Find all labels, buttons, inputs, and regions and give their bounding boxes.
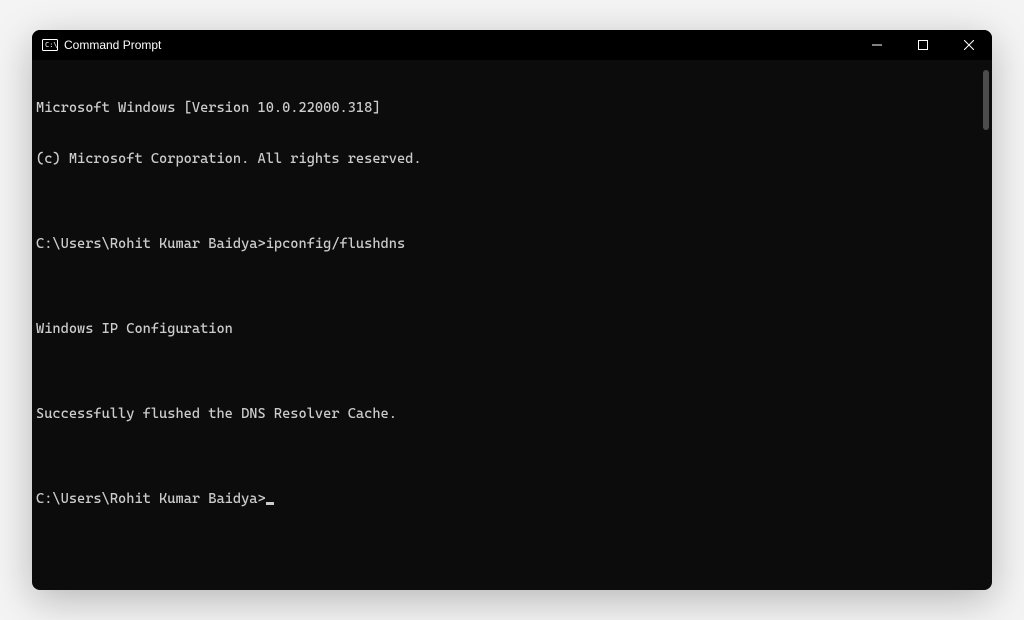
close-button[interactable] [946, 30, 992, 60]
maximize-button[interactable] [900, 30, 946, 60]
cmd-icon: C:\ [42, 37, 58, 53]
terminal-line: Microsoft Windows [Version 10.0.22000.31… [36, 100, 988, 117]
close-icon [964, 40, 974, 50]
terminal-line: C:\Users\Rohit Kumar Baidya>ipconfig/flu… [36, 236, 988, 253]
command-prompt-window: C:\ Command Prompt Microsoft Windows [Ve… [32, 30, 992, 590]
minimize-icon [872, 40, 882, 50]
scrollbar-thumb[interactable] [983, 70, 989, 130]
terminal-line: Successfully flushed the DNS Resolver Ca… [36, 406, 988, 423]
terminal-output[interactable]: Microsoft Windows [Version 10.0.22000.31… [32, 60, 992, 590]
terminal-line: Windows IP Configuration [36, 321, 988, 338]
terminal-prompt-text: C:\Users\Rohit Kumar Baidya> [36, 491, 266, 507]
terminal-line: (c) Microsoft Corporation. All rights re… [36, 151, 988, 168]
minimize-button[interactable] [854, 30, 900, 60]
terminal-prompt-line: C:\Users\Rohit Kumar Baidya> [36, 491, 988, 508]
window-title: Command Prompt [64, 38, 161, 52]
titlebar[interactable]: C:\ Command Prompt [32, 30, 992, 60]
maximize-icon [918, 40, 928, 50]
cursor-icon [266, 502, 274, 505]
svg-text:C:\: C:\ [45, 41, 58, 49]
